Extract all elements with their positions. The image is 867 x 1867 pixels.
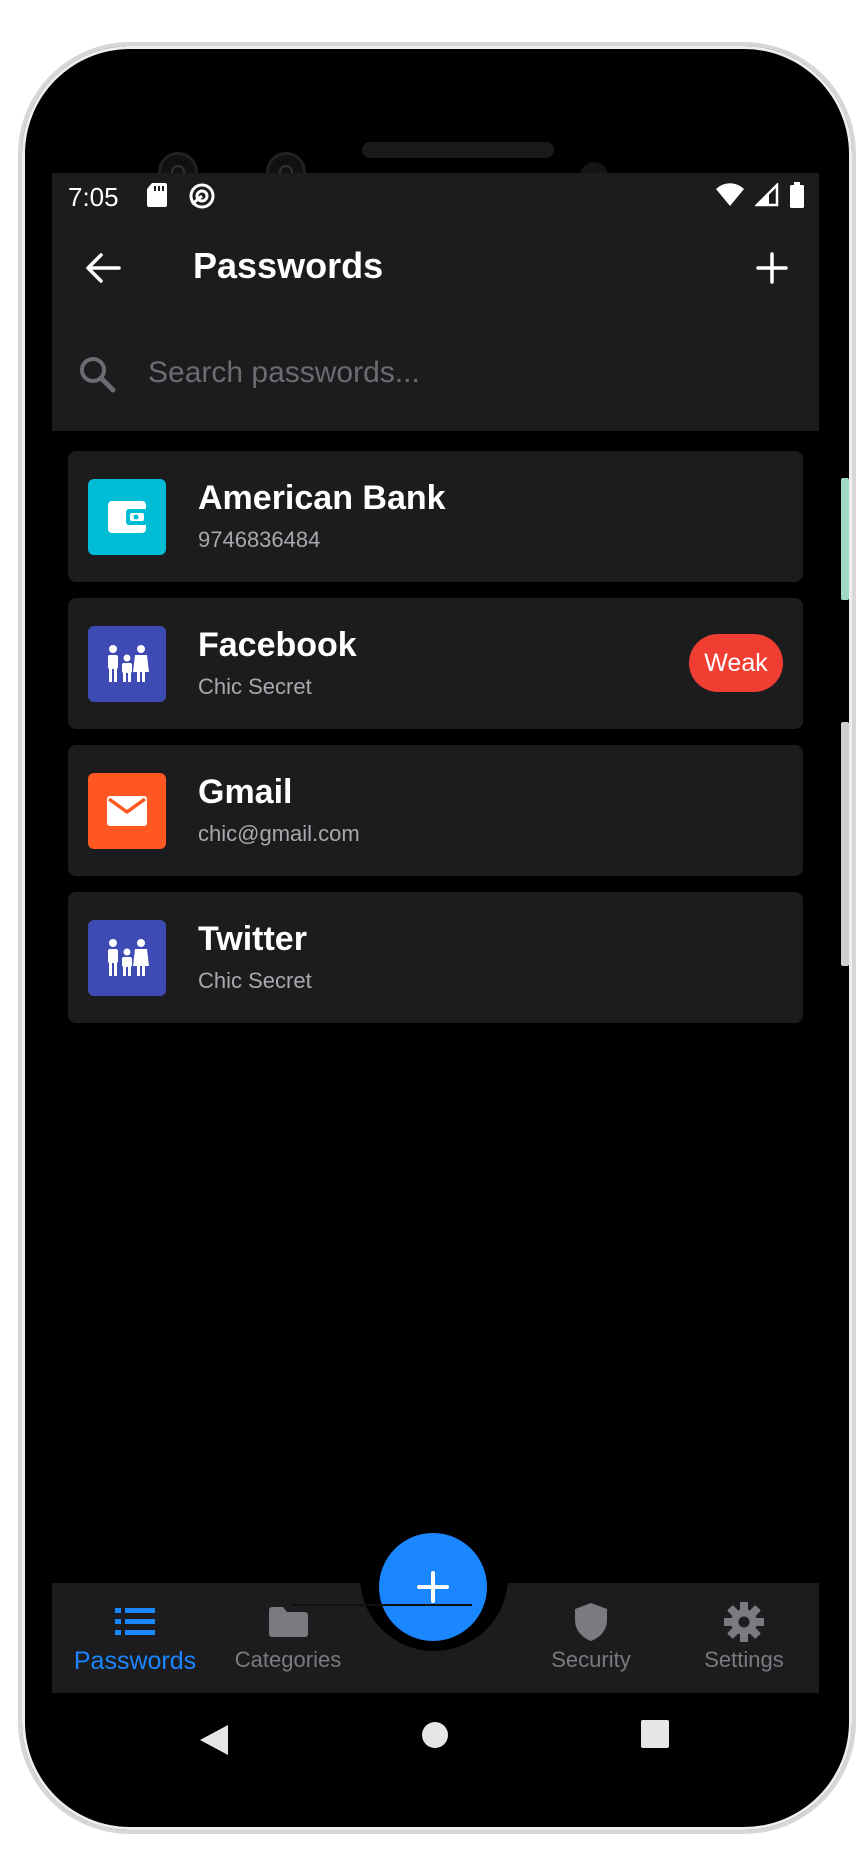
entry-name: Facebook [198, 626, 357, 664]
entry-icon-tile [88, 920, 166, 996]
sd-card-icon [146, 182, 168, 215]
family-icon [108, 939, 149, 976]
arrow-left-icon [86, 253, 121, 283]
status-bar: 7:05 [52, 173, 819, 219]
back-button[interactable] [78, 243, 128, 293]
signal-icon [753, 181, 779, 212]
triangle-back-icon [200, 1725, 228, 1755]
square-recents-icon [641, 1720, 669, 1748]
list-item[interactable]: Facebook Chic Secret Weak [68, 598, 803, 729]
list-icon [115, 1608, 155, 1635]
nav-label: Categories [234, 1647, 342, 1672]
entry-subtitle: Chic Secret [198, 968, 312, 993]
plus-icon [417, 1571, 449, 1603]
earpiece-speaker [362, 142, 554, 158]
entry-name: Gmail [198, 773, 293, 811]
circle-home-icon [422, 1722, 448, 1748]
floating-add-button[interactable] [379, 1533, 487, 1641]
battery-icon [789, 182, 805, 213]
status-time: 7:05 [68, 182, 119, 212]
password-list: American Bank 9746836484 Facebook Chic S… [68, 451, 803, 1039]
entry-icon-tile [88, 479, 166, 555]
add-password-button[interactable] [747, 243, 797, 293]
nav-label: Passwords [73, 1647, 197, 1675]
system-recents-button[interactable] [640, 1718, 670, 1750]
search-icon [78, 355, 116, 398]
nav-item-settings[interactable]: Settings [664, 1583, 819, 1693]
search-input[interactable] [146, 347, 790, 399]
system-home-button[interactable] [420, 1720, 450, 1750]
nav-label: Settings [704, 1647, 784, 1672]
mail-icon [107, 796, 147, 826]
list-item[interactable]: Twitter Chic Secret [68, 892, 803, 1023]
search-bar [52, 317, 819, 431]
gear-icon [724, 1602, 764, 1642]
list-item[interactable]: Gmail chic@gmail.com [68, 745, 803, 876]
home-indicator [292, 1604, 472, 1606]
entry-icon-tile [88, 626, 166, 702]
entry-name: Twitter [198, 920, 307, 958]
nav-item-categories[interactable]: Categories [208, 1583, 368, 1693]
sync-icon [188, 182, 216, 215]
wallet-icon [108, 501, 148, 533]
entry-icon-tile [88, 773, 166, 849]
nav-label: Security [551, 1647, 631, 1672]
app-bar: Passwords [52, 219, 819, 317]
power-button [841, 478, 849, 600]
plus-icon [756, 252, 788, 284]
nav-item-security[interactable]: Security [511, 1583, 671, 1693]
entry-subtitle: Chic Secret [198, 674, 312, 699]
nav-item-passwords[interactable]: Passwords [55, 1583, 215, 1693]
app-screen: 7:05 Passwords Search passwords... Ameri… [52, 173, 819, 1693]
entry-name: American Bank [198, 479, 446, 517]
volume-button [841, 722, 849, 966]
system-back-button[interactable] [196, 1720, 232, 1760]
shield-icon [575, 1603, 607, 1641]
entry-subtitle: 9746836484 [198, 527, 321, 552]
list-item[interactable]: American Bank 9746836484 [68, 451, 803, 582]
weak-password-badge: Weak [689, 634, 783, 692]
folder-icon [269, 1607, 308, 1637]
family-icon [108, 645, 149, 682]
wifi-icon [715, 183, 745, 212]
page-title: Passwords [193, 245, 384, 286]
entry-subtitle: chic@gmail.com [198, 821, 360, 846]
